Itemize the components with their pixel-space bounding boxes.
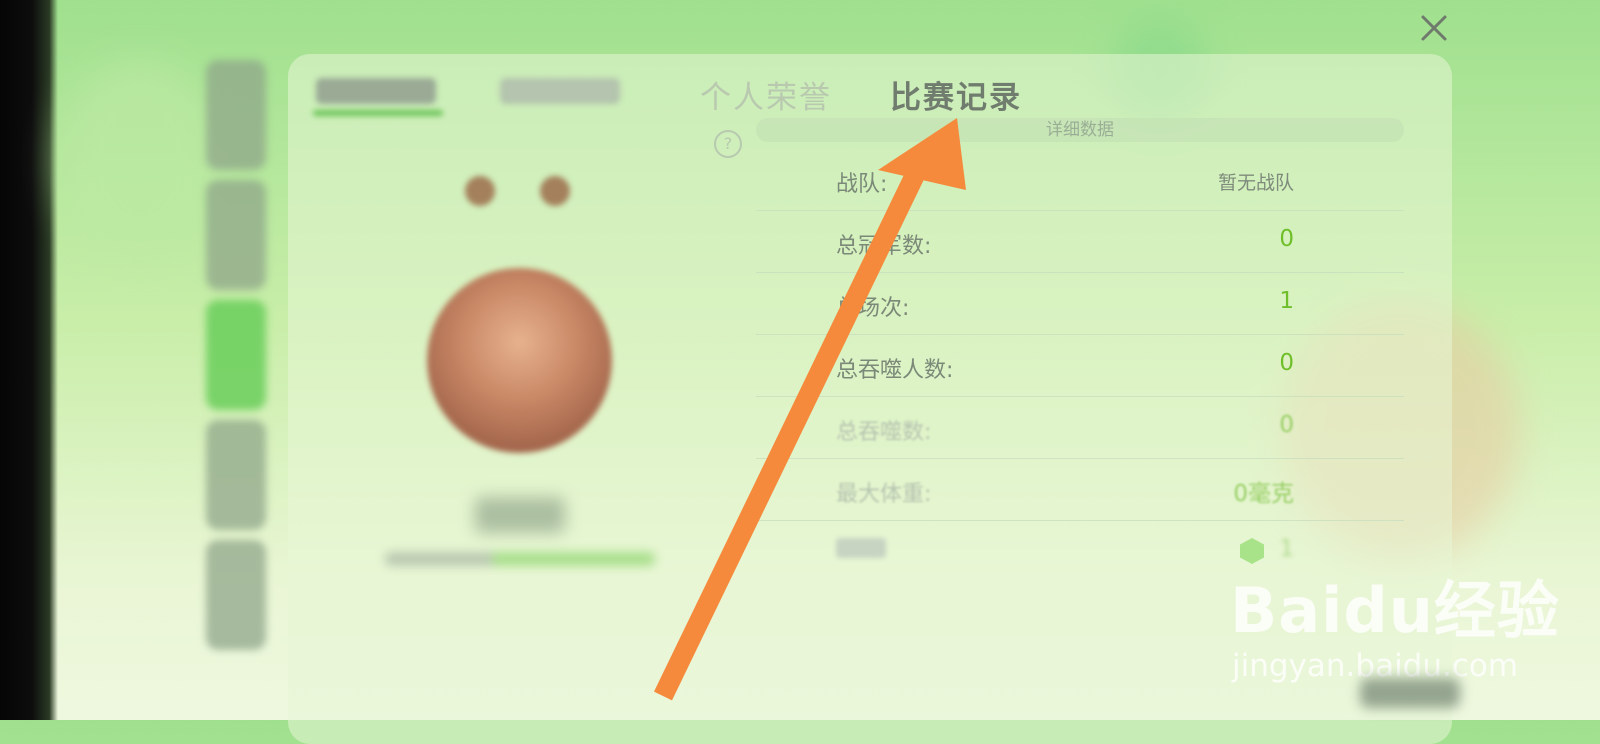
- watermark-logo: Baidu经验: [1230, 574, 1560, 647]
- bottom-button[interactable]: [1360, 678, 1460, 708]
